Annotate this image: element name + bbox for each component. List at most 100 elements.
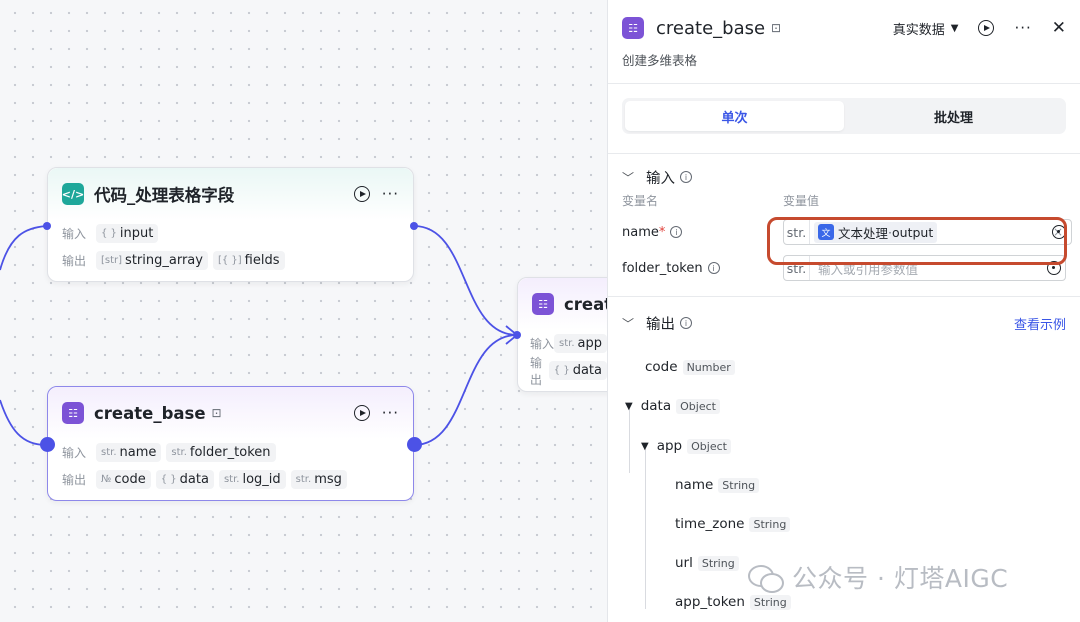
node-settings-panel: ☷ create_base ⊡ 真实数据 ▼ ··· ✕ 创建多维表格 单次 批处… xyxy=(607,0,1080,622)
tree-item-type: String xyxy=(749,594,791,610)
create-base-node-header: ☷ create_base ⊡ ··· xyxy=(48,387,413,439)
tree-item-data[interactable]: ▼ data Object xyxy=(625,398,720,414)
tree-item-type: Object xyxy=(676,398,720,414)
tab-single[interactable]: 单次 xyxy=(625,101,844,131)
param-chip: str. msg xyxy=(290,470,347,489)
run-node-icon[interactable] xyxy=(978,20,995,36)
create-partial-input-port[interactable] xyxy=(513,331,521,339)
create-base-node[interactable]: ☷ create_base ⊡ ··· 输入 str. name str. fold… xyxy=(47,386,414,501)
type-icon: str. xyxy=(101,447,117,458)
tree-item-name: url xyxy=(675,555,693,571)
tree-guide xyxy=(645,449,646,609)
type-icon: str. xyxy=(559,338,575,349)
plugin-badge-icon: ⊡ xyxy=(211,406,222,420)
col-var-value: 变量值 xyxy=(783,194,820,208)
close-icon[interactable]: ✕ xyxy=(1052,18,1066,38)
tree-item-type: String xyxy=(718,477,760,493)
param-chip: str. name xyxy=(96,443,162,462)
tree-item-url: url String xyxy=(675,555,739,571)
input-label: 输入 xyxy=(62,446,87,460)
table-icon: ☷ xyxy=(532,293,554,315)
param-name: msg xyxy=(314,472,342,487)
param-chip: [{ }] fields xyxy=(212,251,285,270)
create-base-input-port[interactable] xyxy=(40,437,55,452)
more-icon[interactable]: ··· xyxy=(1014,20,1031,36)
output-label: 输出 xyxy=(62,254,87,268)
create-base-output-port[interactable] xyxy=(407,437,422,452)
run-node-icon[interactable] xyxy=(353,405,370,421)
tree-item-type: String xyxy=(697,555,739,571)
view-example-link[interactable]: 查看示例 xyxy=(1014,314,1066,333)
code-icon: </> xyxy=(62,183,84,205)
type-icon: № xyxy=(101,474,112,485)
param-chip: { } data xyxy=(548,361,607,380)
tree-item-name: code xyxy=(645,359,678,375)
data-mode-dropdown[interactable]: 真实数据 ▼ xyxy=(893,19,959,38)
tab-batch[interactable]: 批处理 xyxy=(844,101,1063,131)
type-icon: str. xyxy=(171,447,187,458)
table-icon: ☷ xyxy=(62,402,84,424)
type-icon: [{ }] xyxy=(217,255,242,266)
output-section-header[interactable]: ﹀ 输出 i 查看示例 xyxy=(608,297,1080,349)
caret-down-icon[interactable]: ▼ xyxy=(641,441,649,452)
col-var-name: 变量名 xyxy=(622,194,659,208)
data-mode-label: 真实数据 xyxy=(892,22,945,38)
param-chip: str. folder_token xyxy=(166,443,276,462)
param-chip: { } data xyxy=(155,470,214,489)
code-output-port[interactable] xyxy=(410,222,418,230)
input-section-title: 输入 xyxy=(646,170,676,187)
panel-subtitle: 创建多维表格 xyxy=(622,53,698,68)
type-icon: str. xyxy=(223,474,240,485)
create-base-inputs: 输入 str. name str. folder_token xyxy=(48,439,413,466)
caret-down-icon[interactable]: ▼ xyxy=(625,401,633,412)
code-node-outputs: 输出 [str] string_array [{ }] fields xyxy=(48,247,413,274)
param-name: data xyxy=(179,472,209,487)
tree-item-app[interactable]: ▼ app Object xyxy=(641,438,731,454)
more-icon[interactable]: ··· xyxy=(382,405,399,421)
param-name: folder_token xyxy=(189,445,271,460)
code-node[interactable]: </> 代码_处理表格字段 ··· 输入 { } input 输出 [str] st… xyxy=(47,167,414,282)
tree-item-name: name xyxy=(675,477,714,493)
tree-item-type: Number xyxy=(682,359,735,375)
code-node-title: 代码_处理表格字段 xyxy=(94,186,235,205)
tree-item-app-token: app_token String xyxy=(675,594,791,610)
create-base-outputs: 输出 № code { } data str. log_id str. msg xyxy=(48,466,413,493)
tree-item-name: time_zone xyxy=(675,516,745,532)
param-name: fields xyxy=(244,253,280,268)
type-icon: { } xyxy=(160,474,177,485)
variable-column-headers: 变量名 变量值 xyxy=(608,192,1080,210)
table-icon: ☷ xyxy=(622,17,644,39)
output-section-title: 输出 xyxy=(646,316,676,333)
info-icon: i xyxy=(670,226,683,238)
chevron-down-icon: ﹀ xyxy=(622,316,635,331)
run-mode-tabs: 单次 批处理 xyxy=(622,98,1066,134)
code-node-header: </> 代码_处理表格字段 ··· xyxy=(48,168,413,220)
run-node-icon[interactable] xyxy=(353,186,370,202)
tree-guide xyxy=(629,409,630,473)
edge-base-to-create xyxy=(413,334,518,446)
output-label: 输出 xyxy=(530,355,543,387)
param-chip: str. app xyxy=(554,334,607,353)
input-label: 输入 xyxy=(530,337,555,351)
param-chip: str. log_id xyxy=(218,470,286,489)
param-chip: { } input xyxy=(96,224,159,243)
required-mark: * xyxy=(658,224,666,240)
var-name-label: folder_token xyxy=(622,260,703,276)
more-icon[interactable]: ··· xyxy=(382,186,399,202)
edge-in-code xyxy=(0,225,47,271)
panel-title: create_base xyxy=(656,17,766,39)
param-name: name xyxy=(119,445,157,460)
edge-code-to-create xyxy=(413,225,518,336)
panel-header: ☷ create_base ⊡ 真实数据 ▼ ··· ✕ 创建多维表格 xyxy=(608,0,1080,84)
highlight-box xyxy=(767,217,1067,265)
info-icon: i xyxy=(680,317,693,329)
tree-item-name: data xyxy=(640,398,672,414)
tree-item-name: name String xyxy=(675,477,760,493)
code-input-port[interactable] xyxy=(43,222,51,230)
watermark: 公众号 · 灯塔AIGC xyxy=(748,559,1008,595)
type-icon: { } xyxy=(553,365,570,376)
param-chip: № code xyxy=(96,470,151,489)
edge-in-base xyxy=(0,399,47,446)
tree-item-code: code Number xyxy=(645,359,735,375)
plugin-badge-icon: ⊡ xyxy=(771,21,782,35)
